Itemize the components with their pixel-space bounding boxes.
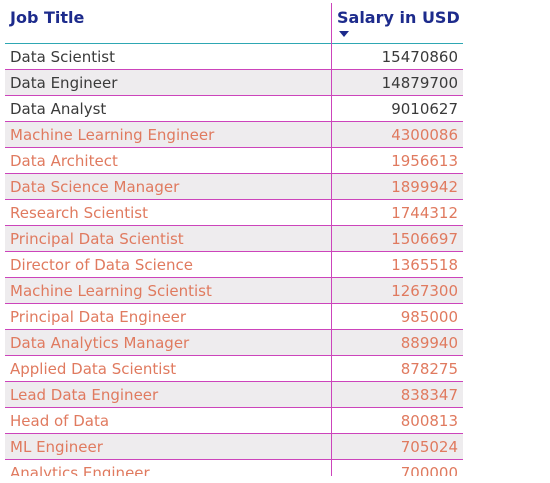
column-divider xyxy=(331,3,332,476)
salary-cell: 9010627 xyxy=(391,100,458,118)
salary-cell: 1956613 xyxy=(391,152,458,170)
salary-cell: 1744312 xyxy=(391,204,458,222)
salary-cell: 985000 xyxy=(400,308,458,326)
job-title-cell: Data Science Manager xyxy=(10,178,180,196)
table-row[interactable]: Data Science Manager 1899942 xyxy=(5,174,463,200)
table-header: Job Title Salary in USD xyxy=(5,3,463,44)
job-title-cell: Data Analyst xyxy=(10,100,107,118)
sort-descending-icon[interactable] xyxy=(339,31,349,37)
salary-cell: 705024 xyxy=(400,438,458,456)
table-row[interactable]: Data Scientist 15470860 xyxy=(5,44,463,70)
job-title-cell: Head of Data xyxy=(10,412,110,430)
job-title-column-header[interactable]: Job Title xyxy=(10,8,84,27)
job-title-cell: Principal Data Scientist xyxy=(10,230,184,248)
job-title-cell: Machine Learning Scientist xyxy=(10,282,212,300)
job-title-cell: Data Analytics Manager xyxy=(10,334,190,352)
salary-cell: 4300086 xyxy=(391,126,458,144)
salary-cell: 889940 xyxy=(400,334,458,352)
salary-cell: 1267300 xyxy=(391,282,458,300)
salary-cell: 14879700 xyxy=(381,74,458,92)
table-row[interactable]: Data Analytics Manager 889940 xyxy=(5,330,463,356)
job-title-cell: Analytics Engineer xyxy=(10,464,150,476)
job-title-cell: Research Scientist xyxy=(10,204,148,222)
salary-cell: 1899942 xyxy=(391,178,458,196)
job-title-cell: Principal Data Engineer xyxy=(10,308,187,326)
salary-cell: 1506697 xyxy=(391,230,458,248)
table-row[interactable]: Research Scientist 1744312 xyxy=(5,200,463,226)
job-title-cell: Applied Data Scientist xyxy=(10,360,177,378)
job-title-cell: ML Engineer xyxy=(10,438,103,456)
salary-table: Job Title Salary in USD Data Scientist 15… xyxy=(5,3,463,476)
salary-cell: 838347 xyxy=(400,386,458,404)
table-row[interactable]: Head of Data 800813 xyxy=(5,408,463,434)
salary-cell: 800813 xyxy=(400,412,458,430)
table-row[interactable]: Lead Data Engineer 838347 xyxy=(5,382,463,408)
salary-cell: 878275 xyxy=(400,360,458,378)
job-title-cell: Data Engineer xyxy=(10,74,118,92)
job-title-cell: Director of Data Science xyxy=(10,256,193,274)
salary-column-header[interactable]: Salary in USD xyxy=(337,8,460,27)
table-row[interactable]: Data Engineer 14879700 xyxy=(5,70,463,96)
table-row[interactable]: Applied Data Scientist 878275 xyxy=(5,356,463,382)
job-title-cell: Data Architect xyxy=(10,152,118,170)
table-row[interactable]: ML Engineer 705024 xyxy=(5,434,463,460)
table-row[interactable]: Data Analyst 9010627 xyxy=(5,96,463,122)
job-title-cell: Lead Data Engineer xyxy=(10,386,159,404)
table-visual: Job Title Salary in USD Data Scientist 15… xyxy=(0,0,550,483)
table-row[interactable]: Machine Learning Engineer 4300086 xyxy=(5,122,463,148)
table-row[interactable]: Principal Data Scientist 1506697 xyxy=(5,226,463,252)
table-row[interactable]: Machine Learning Scientist 1267300 xyxy=(5,278,463,304)
table-body: Data Scientist 15470860 Data Engineer 14879… xyxy=(5,44,463,476)
job-title-cell: Data Scientist xyxy=(10,48,115,66)
table-row[interactable]: Principal Data Engineer 985000 xyxy=(5,304,463,330)
table-row[interactable]: Analytics Engineer 700000 xyxy=(5,460,463,476)
salary-cell: 1365518 xyxy=(391,256,458,274)
salary-cell: 15470860 xyxy=(381,48,458,66)
salary-cell: 700000 xyxy=(400,464,458,476)
table-row[interactable]: Director of Data Science 1365518 xyxy=(5,252,463,278)
job-title-cell: Machine Learning Engineer xyxy=(10,126,215,144)
table-row[interactable]: Data Architect 1956613 xyxy=(5,148,463,174)
